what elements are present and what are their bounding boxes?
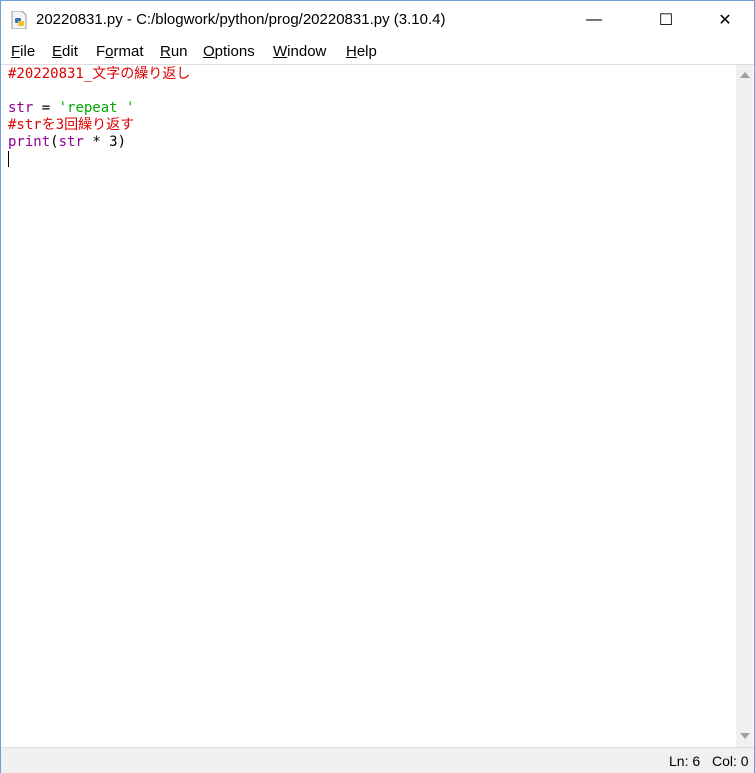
column-number: Col: 0: [712, 753, 749, 769]
menu-format-mnemonic: o: [105, 43, 114, 60]
close-button[interactable]: ✕: [702, 1, 748, 39]
code-editor[interactable]: #20220831_文字の繰り返し str = 'repeat ' #strを3回…: [1, 65, 735, 747]
menu-options-label: ptions: [214, 43, 255, 60]
code-line-5: print(str * 3): [8, 134, 190, 151]
code-line-3: str = 'repeat ': [8, 100, 190, 117]
menu-window-mnemonic: W: [273, 43, 288, 60]
python-file-icon: [11, 11, 27, 29]
minimize-button[interactable]: —: [571, 1, 617, 39]
line-number: Ln: 6: [669, 753, 701, 769]
window-title: 20220831.py - C:/blogwork/python/prog/20…: [36, 11, 446, 28]
text-cursor: [8, 151, 9, 167]
menu-format-label: rmat: [113, 43, 144, 60]
menu-window[interactable]: Window: [273, 43, 326, 60]
idle-editor-window: 20220831.py - C:/blogwork/python/prog/20…: [0, 0, 755, 773]
scroll-down-arrow-icon[interactable]: [740, 733, 750, 739]
operator: =: [33, 100, 59, 116]
menu-edit[interactable]: Edit: [52, 43, 78, 60]
menu-format[interactable]: Format: [96, 43, 144, 60]
scroll-up-arrow-icon[interactable]: [740, 72, 750, 78]
builtin-name: print: [8, 134, 51, 150]
menu-format-prefix: F: [96, 43, 106, 60]
menu-run[interactable]: Run: [160, 43, 188, 60]
title-bar: 20220831.py - C:/blogwork/python/prog/20…: [1, 1, 754, 39]
comment: #strを3回繰り返す: [8, 117, 135, 133]
code-line-1: #20220831_文字の繰り返し: [8, 66, 190, 83]
paren: (: [50, 134, 59, 150]
status-bar: Ln: 6 Col: 0: [1, 747, 754, 773]
expression: * 3): [83, 134, 127, 150]
builtin-name: str: [8, 100, 34, 116]
code-line-6: [8, 151, 190, 168]
builtin-name: str: [58, 134, 84, 150]
menu-options[interactable]: Options: [203, 43, 255, 60]
menu-options-mnemonic: O: [203, 43, 215, 60]
menu-file[interactable]: File: [11, 43, 35, 60]
comment: #20220831_文字の繰り返し: [8, 66, 191, 82]
string-literal: 'repeat ': [58, 100, 135, 116]
vertical-scrollbar[interactable]: [736, 65, 753, 747]
menu-window-label: indow: [287, 43, 327, 60]
code-line-4: #strを3回繰り返す: [8, 117, 190, 134]
menu-help[interactable]: Help: [346, 43, 377, 60]
code-text[interactable]: #20220831_文字の繰り返し str = 'repeat ' #strを3回…: [8, 66, 190, 168]
menu-bar: File Edit Format Run Options Window Help: [1, 39, 754, 65]
maximize-button[interactable]: ☐: [643, 1, 689, 39]
